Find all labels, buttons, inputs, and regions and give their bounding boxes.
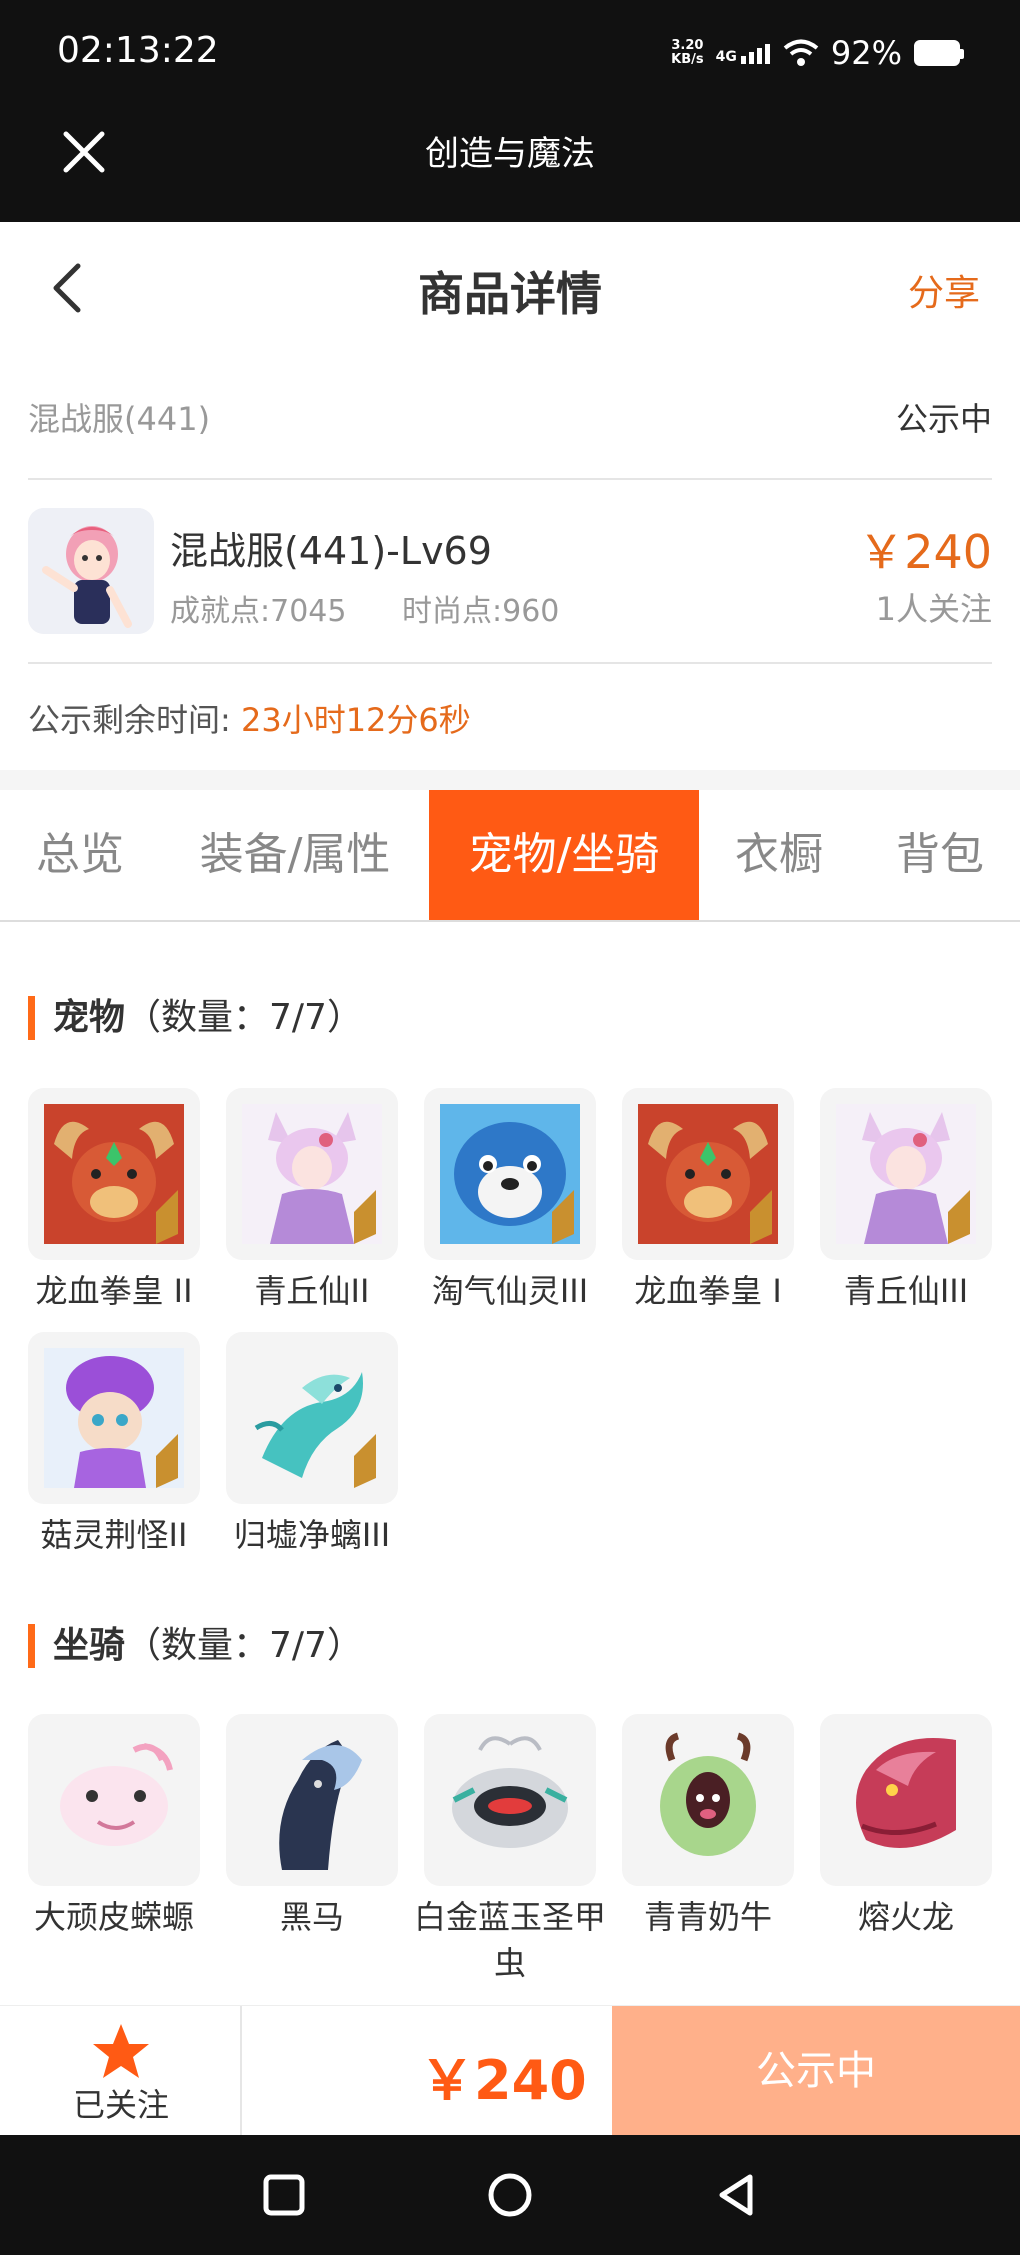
mount-item[interactable]: 白金蓝玉圣甲虫 [414,1714,606,1986]
system-nav-bar [0,2135,1020,2255]
star-icon [93,2024,149,2078]
fashion-points: 时尚点:960 [402,594,560,629]
dragon-fist-pet-icon [622,1088,794,1260]
app-bar: 创造与魔法 [0,110,1020,222]
follow-label: 已关注 [72,2086,169,2124]
remaining-label: 公示剩余时间: [28,701,231,739]
recent-apps-icon[interactable] [262,2173,306,2217]
back-nav-icon[interactable] [714,2171,758,2219]
tab-pets-mounts[interactable]: 宠物/坐骑 [429,790,699,920]
tab-bar: 总览 装备/属性 宠物/坐骑 衣橱 背包 [0,790,1020,922]
mount-item[interactable]: 青青奶牛 [622,1714,794,1940]
character-avatar [28,508,154,634]
battery-icon [914,40,964,66]
blue-dog-pet-icon [424,1088,596,1260]
pet-label: 龙血拳皇 II [35,1272,193,1310]
pet-item[interactable]: 青丘仙III [820,1088,992,1314]
tab-equipment[interactable]: 装备/属性 [170,790,420,920]
status-indicators: 3.20 KB/s 4G 92% [671,34,964,72]
remaining-value: 23小时12分6秒 [240,701,471,739]
net-speed: 3.20 KB/s [671,38,704,67]
mount-item[interactable]: 熔火龙 [820,1714,992,1940]
tab-overview[interactable]: 总览 [0,790,160,920]
follower-count: 1人关注 [875,590,992,628]
remaining-time: 公示剩余时间: 23小时12分6秒 [28,695,471,741]
pet-label: 归墟净螭III [233,1516,391,1554]
public-status-button[interactable]: 公示中 [612,2006,1020,2136]
mount-label: 大顽皮蝾螈 [33,1898,194,1936]
fox-fairy-pet-icon [226,1088,398,1260]
status-bar: 02:13:22 3.20 KB/s 4G 92% [0,0,1020,110]
pets-section-title: 宠物（数量：7/7） [28,996,363,1040]
tab-backpack[interactable]: 背包 [860,790,1020,920]
page-title: 商品详情 [418,267,602,321]
mushroom-sprite-pet-icon [28,1332,200,1504]
product-name: 混战服(441)-Lv69 [170,529,492,573]
share-button[interactable]: 分享 [908,264,980,316]
pet-label: 龙血拳皇 I [634,1272,782,1310]
pet-item[interactable]: 龙血拳皇 II [28,1088,200,1314]
product-row[interactable]: 混战服(441)-Lv69 成就点:7045 时尚点:960 ￥240 1人关注 [28,480,992,664]
pet-label: 青丘仙III [843,1272,969,1310]
wifi-icon [783,39,819,66]
server-row: 混战服(441) 公示中 [28,370,992,480]
pet-label: 菇灵荆怪II [40,1516,188,1554]
mount-label: 黑马 [279,1898,344,1936]
achievement-points: 成就点:7045 [170,594,347,629]
pet-item[interactable]: 龙血拳皇 I [622,1088,794,1314]
tab-wardrobe[interactable]: 衣橱 [708,790,850,920]
mount-label: 白金蓝玉圣甲虫 [413,1898,606,1982]
server-name: 混战服(441) [28,400,211,438]
mounts-section-title: 坐骑（数量：7/7） [28,1624,363,1668]
dragon-fist-pet-icon [28,1088,200,1260]
status-time: 02:13:22 [57,30,219,71]
sea-dragon-pet-icon [226,1332,398,1504]
home-icon[interactable] [486,2171,534,2219]
mount-label: 青青奶牛 [643,1898,772,1936]
pet-label: 淘气仙灵III [431,1272,589,1310]
signal-icon: 4G [716,42,771,64]
product-price: ￥240 [858,525,992,579]
mount-item[interactable]: 大顽皮蝾螈 [28,1714,200,1940]
pet-item[interactable]: 青丘仙II [226,1088,398,1314]
battery-percent: 92% [830,34,902,72]
pet-item[interactable]: 归墟净螭III [226,1332,398,1558]
mount-item[interactable]: 黑马 [226,1714,398,1940]
mount-label: 熔火龙 [857,1898,954,1936]
green-cow-mount-icon [622,1714,794,1886]
pet-label: 青丘仙II [254,1272,370,1310]
action-bar: 已关注 ￥240 公示中 [0,2005,1020,2136]
follow-button[interactable]: 已关注 [0,2006,242,2136]
fox-fairy-pet-icon [820,1088,992,1260]
scarab-mount-icon [424,1714,596,1886]
magma-dragon-mount-icon [820,1714,992,1886]
black-horse-mount-icon [226,1714,398,1886]
pet-item[interactable]: 淘气仙灵III [424,1088,596,1314]
divider [0,770,1020,790]
app-title: 创造与魔法 [425,134,595,174]
server-status: 公示中 [895,400,992,438]
pet-item[interactable]: 菇灵荆怪II [28,1332,200,1558]
axolotl-mount-icon [28,1714,200,1886]
bar-price: ￥240 [420,2049,587,2112]
page-header: 商品详情 分享 [0,222,1020,354]
